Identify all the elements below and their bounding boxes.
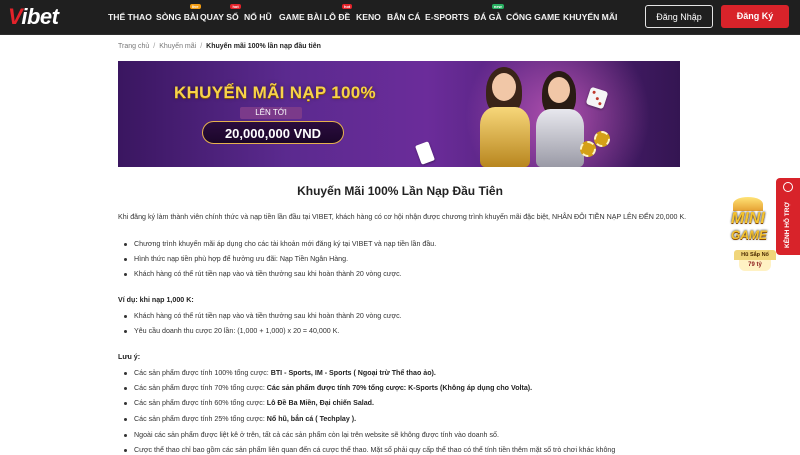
nav-label: E-SPORTS (425, 12, 469, 22)
hot-badge: hot (230, 4, 241, 9)
nav-label: GAME BÀI (279, 12, 322, 22)
list-item-text: Các sản phẩm được tính 70% tổng cược: Cá… (134, 383, 532, 393)
list-item-text: Khách hàng có thể rút tiền nạp vào và ti… (134, 270, 402, 278)
bullet-dot (124, 448, 127, 452)
nav-item-cong-game[interactable]: CỔNG GAME (506, 11, 560, 23)
banner-title: KHUYẾN MÃI NẠP 100% (174, 83, 376, 102)
breadcrumb-home[interactable]: Trang chủ (118, 43, 149, 50)
nav-item-the-thao[interactable]: THỂ THAO (108, 11, 152, 23)
bullet-dot (124, 272, 127, 276)
mini-game-logo: MINI GAME (727, 197, 773, 243)
bullet-dot (124, 257, 127, 261)
nav-label: CỔNG GAME (506, 12, 560, 22)
list-item-text: Hình thức nạp tiền phù hợp để hưởng ưu đ… (134, 255, 349, 263)
note-text: Các sản phẩm được tính 70% tổng cược: (134, 384, 267, 392)
list-item-text: Yêu cầu doanh thu cược 20 lần: (1,000 + … (134, 327, 340, 335)
note-text: Cược thể thao chỉ bao gồm các sản phẩm l… (134, 446, 616, 454)
mini-game-line2: GAME (731, 228, 767, 242)
list-item-text: Cược thể thao chỉ bao gồm các sản phẩm l… (134, 445, 615, 455)
list-item-text: Chương trình khuyến mãi áp dụng cho các … (134, 240, 437, 248)
support-channel-tab[interactable]: KÊNH HỖ TRỢ (776, 178, 800, 255)
nav-item-e-sports[interactable]: E-SPORTS (425, 11, 469, 23)
note-bold: BTI - Sports, IM - Sports ( Ngoại trừ Th… (270, 369, 436, 377)
promo-banner: KHUYẾN MÃI NẠP 100% LÊN TỚI 20,000,000 V… (118, 61, 680, 167)
article-title: Khuyến Mãi 100% Lần Nạp Đầu Tiên (297, 184, 503, 198)
breadcrumb-separator: / (200, 43, 203, 50)
support-label: KÊNH HỖ TRỢ (784, 202, 791, 248)
nav-label: LÔ ĐỀ (324, 12, 351, 22)
jackpot-value: 79 tỷ (739, 260, 771, 271)
note-text: Các sản phẩm được tính 100% tổng cược: (134, 369, 271, 377)
nav-label: ĐÁ GÀ (474, 12, 502, 22)
nav-label: KHUYẾN MÃI (563, 12, 618, 22)
note-bold: Nổ hũ, bắn cá ( Techplay ). (266, 415, 357, 423)
breadcrumb: Trang chủ / Khuyến mãi / Khuyến mãi 100% lần… (118, 43, 321, 50)
banner-subtitle: LÊN TỚI (240, 107, 302, 119)
bullet-dot (124, 371, 127, 375)
nav-item-game-bai[interactable]: GAME BÀI (279, 11, 322, 23)
example-heading: Ví dụ: khi nạp 1,000 K: (118, 296, 194, 304)
nav-item-khuyen-mai[interactable]: KHUYẾN MÃI (563, 11, 617, 23)
nav-label: SÒNG BÀI (156, 12, 199, 22)
bullet-dot (124, 417, 127, 421)
mini-game-line1: MINI (731, 210, 765, 227)
note-heading: Lưu ý: (118, 353, 141, 361)
note-bold: Lô Đề Ba Miền, Đại chiến Salad. (266, 399, 374, 407)
list-item-text: Các sản phẩm được tính 100% tổng cược: B… (134, 368, 436, 378)
new-badge: new (491, 4, 504, 9)
bullet-dot (124, 386, 127, 390)
bullet-dot (124, 433, 127, 437)
nav-label: KENO (356, 12, 381, 22)
vibet-logo[interactable]: Vibet (8, 4, 59, 29)
hot-badge: hot (342, 4, 353, 9)
register-button[interactable]: Đăng Ký (721, 5, 789, 28)
breadcrumb-current: Khuyến mãi 100% lần nạp đầu tiên (206, 43, 321, 50)
note-text: Các sản phẩm được tính 25% tổng cược: (134, 415, 267, 423)
bullet-dot (124, 401, 127, 405)
list-item-text: Các sản phẩm được tính 60% tổng cược: Lô… (134, 398, 374, 408)
note-bold: Các sản phẩm được tính 70% tổng cược: K-… (266, 384, 533, 392)
casino-chip-icon (580, 141, 596, 157)
live-badge: live (189, 4, 201, 9)
nav-label: BẮN CÁ (387, 12, 421, 22)
bullet-dot (124, 242, 127, 246)
support-headset-icon (783, 182, 793, 192)
logo-v: V (8, 4, 22, 29)
nav-item-quay-so[interactable]: QUAY SỐ hot (200, 4, 241, 23)
login-button[interactable]: Đăng Nhập (645, 5, 713, 28)
note-text: Ngoài các sản phẩm được liệt kê ở trên, … (134, 431, 499, 439)
casino-chip-icon (594, 131, 610, 147)
jackpot-label: Hũ Sắp Nổ (734, 250, 776, 260)
nav-item-da-ga[interactable]: ĐÁ GÀ new (474, 4, 504, 23)
nav-item-ban-ca[interactable]: BẮN CÁ (387, 11, 420, 23)
nav-item-keno[interactable]: KENO (356, 11, 381, 23)
nav-item-no-hu[interactable]: NỔ HŨ (244, 11, 272, 23)
nav-item-lo-de[interactable]: LÔ ĐỀ hot (324, 4, 353, 23)
nav-item-song-bai[interactable]: SÒNG BÀI live (156, 4, 201, 23)
banner-amount: 20,000,000 VND (202, 121, 344, 144)
breadcrumb-section[interactable]: Khuyến mãi (159, 43, 196, 50)
bullet-dot (124, 329, 127, 333)
nav-label: NỔ HŨ (244, 12, 272, 22)
logo-text: ibet (21, 4, 59, 29)
nav-label: QUAY SỐ (200, 12, 239, 22)
list-item-text: Các sản phẩm được tính 25% tổng cược: Nổ… (134, 414, 356, 424)
sun-icon (733, 197, 763, 211)
nav-label: THỂ THAO (108, 12, 152, 22)
note-text: Các sản phẩm được tính 60% tổng cược: (134, 399, 267, 407)
bullet-dot (124, 314, 127, 318)
breadcrumb-separator: / (153, 43, 156, 50)
list-item-text: Khách hàng có thể rút tiền nạp vào và ti… (134, 312, 402, 320)
top-navbar: Vibet THỂ THAO SÒNG BÀI live QUAY SỐ hot N… (0, 0, 800, 35)
list-item-text: Ngoài các sản phẩm được liệt kê ở trên, … (134, 430, 499, 440)
article-intro: Khi đăng ký làm thành viên chính thức và… (118, 213, 687, 221)
playing-card-icon (415, 141, 435, 165)
